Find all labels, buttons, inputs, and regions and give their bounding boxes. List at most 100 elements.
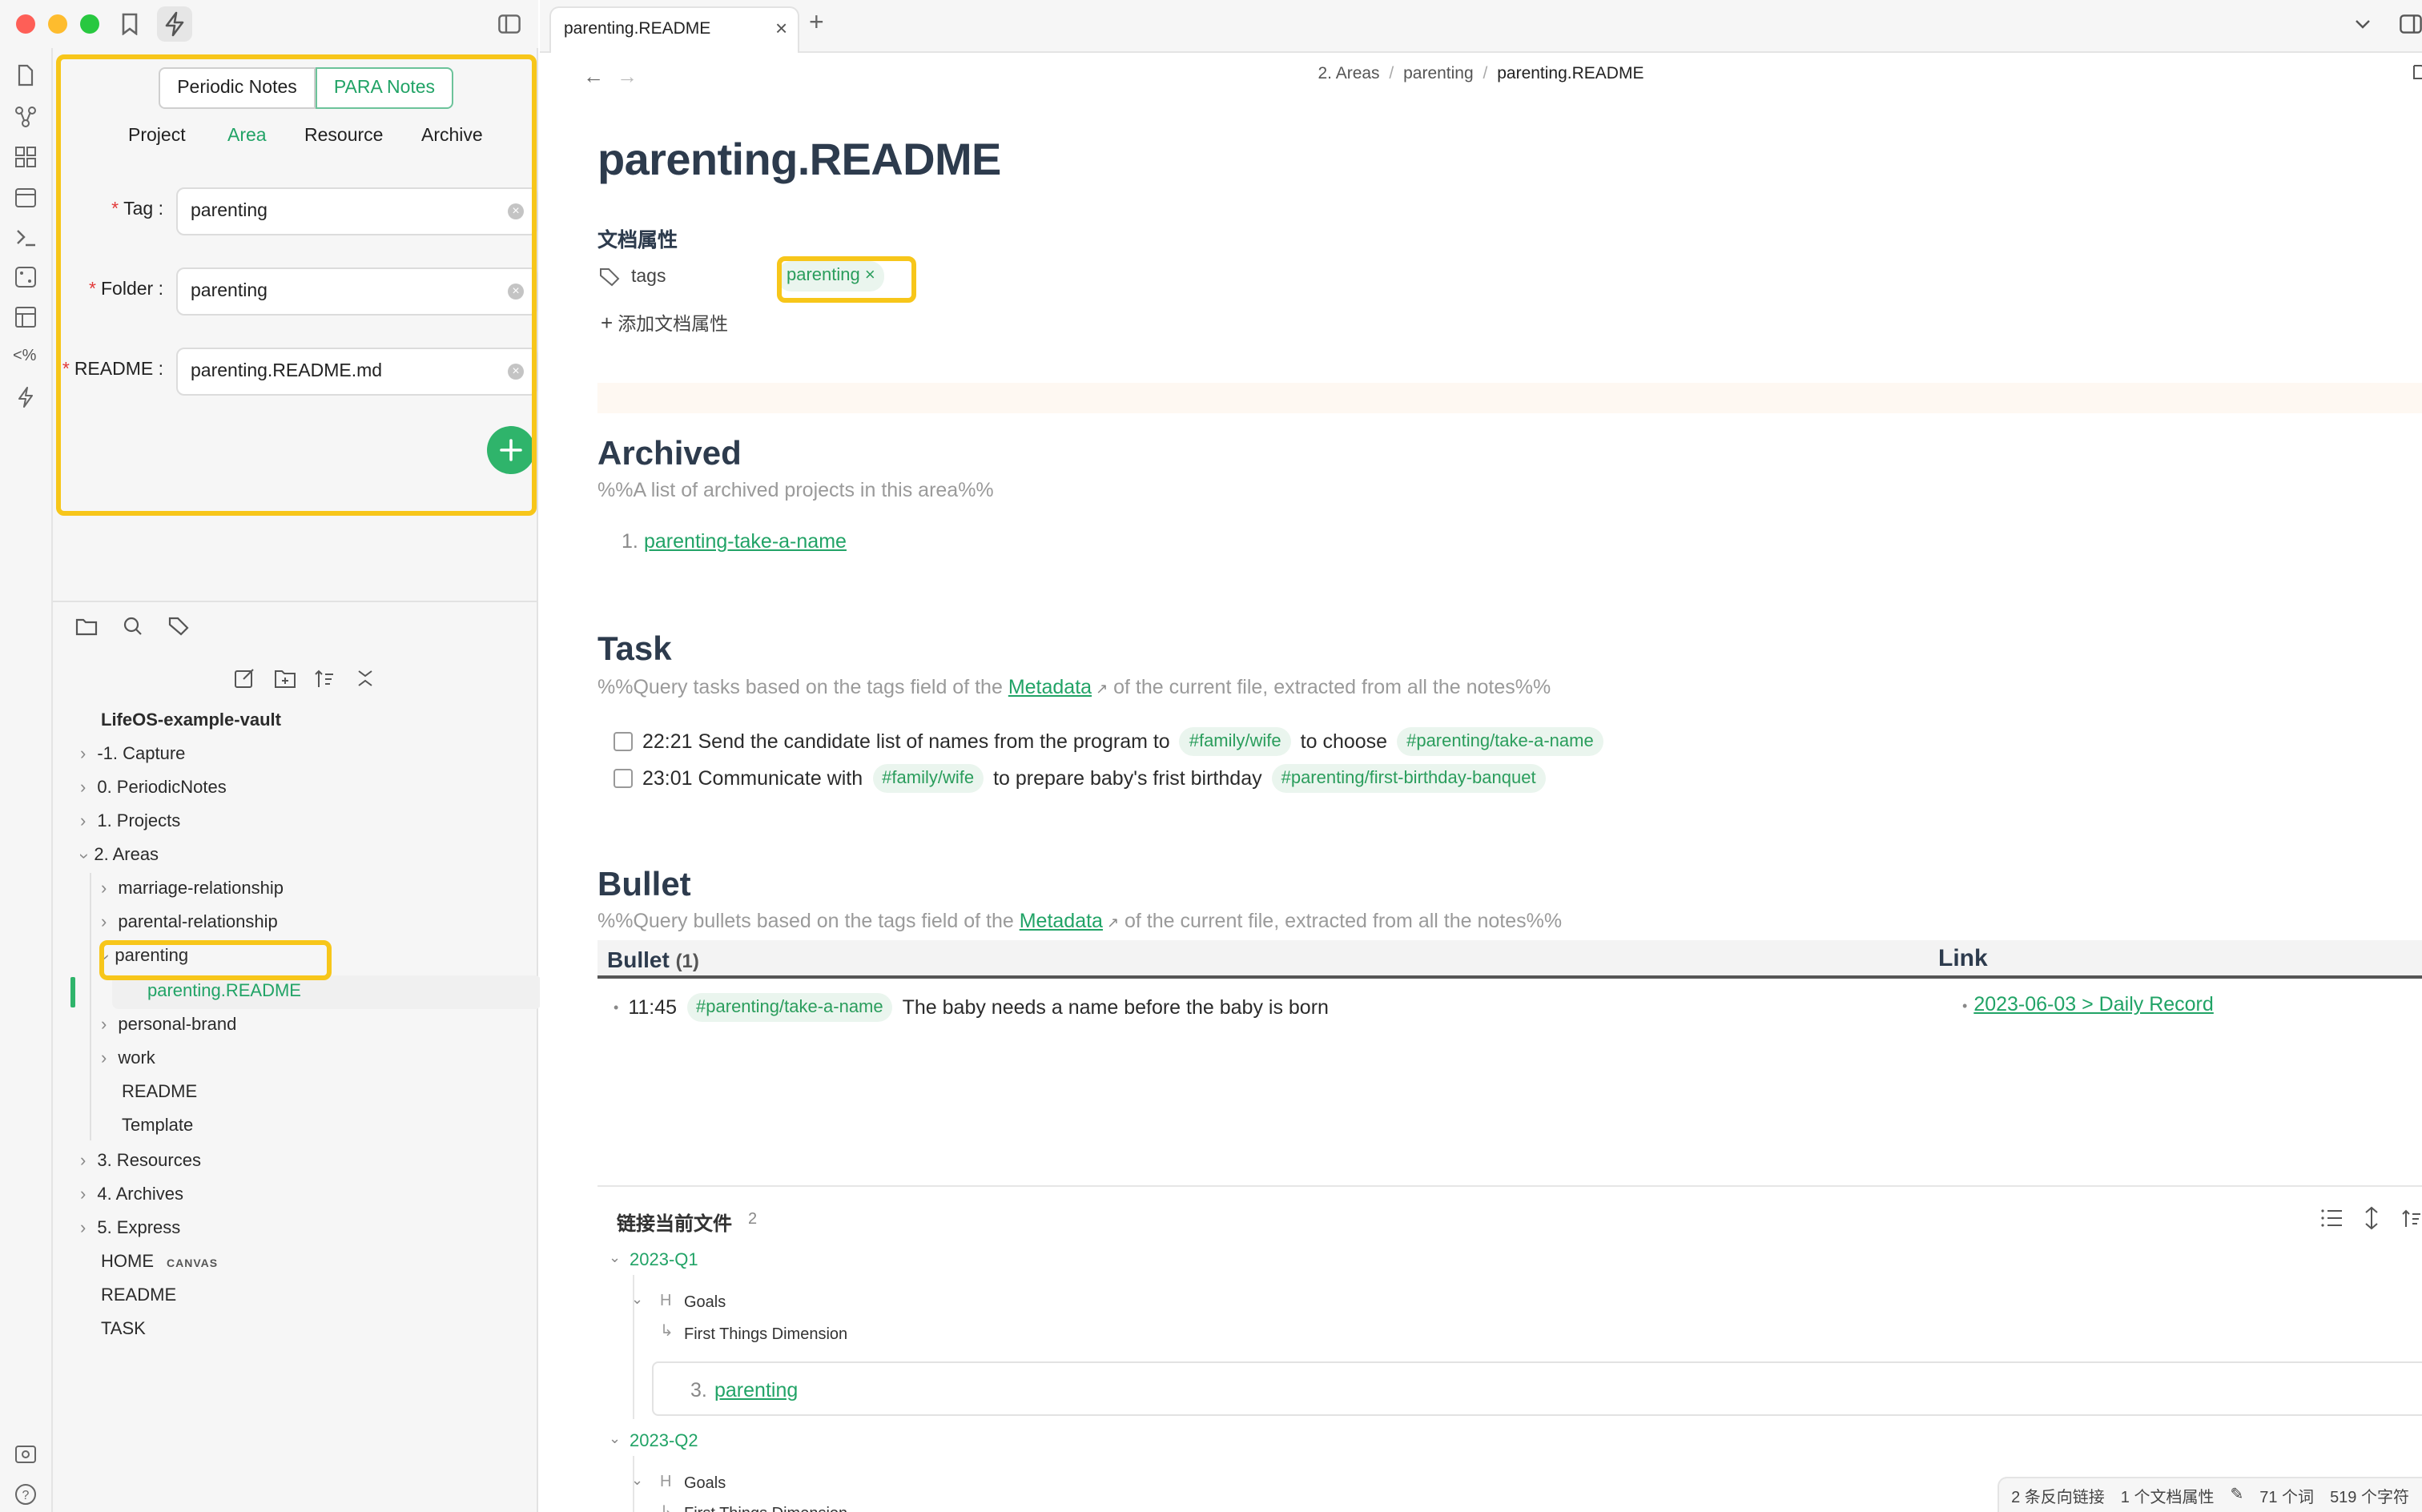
bullet-row: • 11:45 #parenting/take-a-name The baby …: [614, 993, 1329, 1022]
lightning-icon[interactable]: [157, 6, 192, 42]
reading-view-icon[interactable]: [2412, 64, 2422, 82]
zoom-window-button[interactable]: [80, 14, 99, 34]
task-tag[interactable]: #parenting/take-a-name: [1397, 727, 1603, 756]
archived-comment: %%A list of archived projects in this ar…: [597, 479, 994, 501]
breadcrumb: 2. Areas / parenting / parenting.README: [1318, 64, 1644, 83]
tree-item-parental-relationship[interactable]: › parental-relationship: [101, 907, 278, 940]
subheading-arrow-icon: ↳: [660, 1504, 674, 1512]
sidebar-toggle-icon[interactable]: [498, 14, 521, 34]
bullet-heading: Bullet: [597, 867, 691, 903]
sort-icon[interactable]: [2401, 1208, 2422, 1228]
archived-item-number: 1.: [622, 530, 638, 553]
breadcrumb-current: parenting.README: [1497, 64, 1644, 83]
status-backlinks[interactable]: 2 条反向链接: [2011, 1483, 2105, 1507]
help-icon[interactable]: ?: [14, 1483, 37, 1506]
vault-icon[interactable]: [14, 1443, 37, 1466]
chevron-down-icon[interactable]: ⌄: [609, 1249, 621, 1267]
tree-item-areas[interactable]: ›2. Areas: [74, 839, 159, 873]
edit-pencil-icon[interactable]: ✎: [2230, 1486, 2243, 1504]
subheading-arrow-icon: ↳: [660, 1323, 674, 1341]
bullet-comment: %%Query bullets based on the tags field …: [597, 910, 1563, 932]
tree-item-archives[interactable]: › 4. Archives: [80, 1179, 183, 1212]
bullet-table-header: Bullet (1) Link: [597, 940, 2422, 979]
heading-icon: H: [660, 1293, 672, 1310]
collapse-all-icon[interactable]: [356, 668, 375, 689]
search-icon[interactable]: [123, 617, 143, 636]
tree-item-work[interactable]: › work: [101, 1043, 155, 1076]
backlink-file-q2[interactable]: 2023-Q2: [630, 1432, 698, 1451]
tree-item-marriage-relationship[interactable]: › marriage-relationship: [101, 873, 284, 907]
task-tag[interactable]: #parenting/first-birthday-banquet: [1271, 764, 1546, 793]
metadata-link[interactable]: Metadata: [1020, 910, 1103, 932]
folder-icon[interactable]: [75, 617, 98, 636]
file-icon[interactable]: [14, 64, 37, 86]
tree-item-parenting-readme[interactable]: parenting.README: [147, 975, 301, 1009]
tree-item-express[interactable]: › 5. Express: [80, 1212, 180, 1246]
bullet-time: 11:45: [628, 996, 678, 1019]
chevron-down-icon[interactable]: [2355, 19, 2371, 30]
dashboard-icon[interactable]: [14, 146, 37, 168]
tree-item-periodic-notes[interactable]: › 0. PeriodicNotes: [80, 772, 227, 806]
tree-item-readme[interactable]: README: [101, 1280, 176, 1313]
backlink-file-q1[interactable]: 2023-Q1: [630, 1251, 698, 1270]
list-icon[interactable]: [2321, 1209, 2342, 1227]
backlink-snippet[interactable]: 3. parenting: [652, 1361, 2422, 1416]
backlink-snippet-link[interactable]: parenting: [714, 1379, 798, 1401]
tree-item-home[interactable]: HOME CANVAS: [101, 1246, 218, 1280]
daily-record-link[interactable]: 2023-06-03 > Daily Record: [1973, 993, 2214, 1015]
tree-item-readme-sub[interactable]: README: [122, 1076, 197, 1110]
task-text: to prepare baby's frist birthday: [993, 767, 1262, 790]
bullet-dot: •: [614, 999, 619, 1015]
terminal-icon[interactable]: [14, 226, 37, 248]
lightning-icon[interactable]: [14, 386, 37, 408]
active-file-highlight: [99, 940, 332, 980]
minimize-window-button[interactable]: [48, 14, 67, 34]
task-checkbox[interactable]: [614, 769, 633, 788]
bullet-tag[interactable]: #parenting/take-a-name: [686, 993, 893, 1022]
templater-icon[interactable]: <%: [13, 348, 36, 370]
calendar-icon[interactable]: [14, 186, 37, 208]
chevron-down-icon[interactable]: ⌄: [631, 1291, 643, 1309]
task-tag[interactable]: #family/wife: [1179, 727, 1291, 756]
right-sidebar-toggle-icon[interactable]: [2400, 14, 2422, 34]
expand-icon[interactable]: [2364, 1206, 2379, 1230]
tree-item-projects[interactable]: › 1. Projects: [80, 806, 180, 839]
vault-name[interactable]: LifeOS-example-vault: [101, 705, 281, 738]
property-key-tags[interactable]: tags: [631, 267, 666, 287]
breadcrumb-areas[interactable]: 2. Areas: [1318, 64, 1380, 83]
link-column-header: Link: [1938, 945, 1988, 972]
task-text: 22:21 Send the candidate list of names f…: [642, 730, 1170, 753]
template-icon[interactable]: [14, 306, 37, 328]
bookmark-icon[interactable]: [120, 13, 139, 35]
dice-icon[interactable]: [14, 266, 37, 288]
tree-item-resources[interactable]: › 3. Resources: [80, 1145, 201, 1179]
task-tag[interactable]: #family/wife: [872, 764, 984, 793]
backlinks-title: 链接当前文件: [617, 1212, 733, 1235]
task-checkbox[interactable]: [614, 732, 633, 751]
bullet-link-cell: • 2023-06-03 > Daily Record: [1962, 993, 2214, 1015]
tags-icon[interactable]: [168, 617, 191, 636]
close-window-button[interactable]: [16, 14, 35, 34]
status-char-count: 519 个字符: [2330, 1490, 2409, 1507]
external-link-icon: ↗: [1102, 915, 1120, 931]
tree-item-personal-brand[interactable]: › personal-brand: [101, 1009, 236, 1043]
tab-parenting-readme[interactable]: parenting.README ×: [549, 6, 799, 53]
metadata-link[interactable]: Metadata: [1008, 676, 1092, 698]
tab-title: parenting.README: [564, 19, 711, 38]
archived-item-link[interactable]: parenting-take-a-name: [644, 530, 847, 553]
tree-item-capture[interactable]: › -1. Capture: [80, 738, 185, 772]
new-folder-icon[interactable]: [274, 668, 296, 689]
new-tab-icon[interactable]: +: [809, 10, 824, 38]
tree-item-task[interactable]: TASK: [101, 1313, 146, 1347]
tree-item-template[interactable]: Template: [122, 1110, 193, 1144]
status-properties[interactable]: 1 个文档属性: [2121, 1483, 2215, 1507]
graph-icon[interactable]: [14, 106, 37, 128]
new-note-icon[interactable]: [234, 668, 255, 689]
backlink-heading: Goals: [684, 1475, 726, 1493]
chevron-down-icon[interactable]: ⌄: [609, 1430, 621, 1448]
add-property-button[interactable]: + 添加文档属性: [601, 311, 728, 336]
breadcrumb-parenting[interactable]: parenting: [1403, 64, 1474, 83]
chevron-down-icon[interactable]: ⌄: [631, 1472, 643, 1490]
sort-icon[interactable]: [314, 668, 335, 689]
close-tab-icon[interactable]: ×: [775, 16, 787, 40]
